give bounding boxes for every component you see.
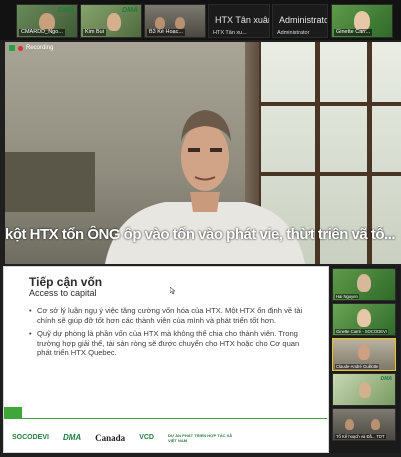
participant-name: Ginette Carré - SOCODEVI [335,329,388,334]
participant-tile[interactable]: DMA Kim Bui [80,4,142,38]
security-shield-icon [9,45,15,51]
participant-tile[interactable]: B3 Kế Hoạc... [144,4,206,38]
participant-name: CMARDD_Ngo... [19,29,65,36]
participant-tile[interactable]: DMA CMARDD_Ngo... [16,4,78,38]
slide-footer-logos: SOCODEVI DMA Canada VCD DỰ ÁN PHÁT TRIỂN… [4,422,328,452]
participant-name: Ginette Carr... [334,29,373,36]
participant-tile[interactable]: Ginette Carr... [331,4,393,38]
participant-gallery: Hai Nguyen Ginette Carré - SOCODEVI Clau… [330,266,400,453]
recording-label: Recording [26,45,54,51]
slide-bullet: Quỹ dự phòng là phần vốn của HTX mà khôn… [29,329,314,358]
participant-tile[interactable]: Administrator Administrator [272,4,328,38]
participant-strip: DMA CMARDD_Ngo... DMA Kim Bui B3 Kế Hoạc… [0,0,401,40]
slide-accent-bar [4,407,22,419]
participant-tile[interactable]: HTX Tân xuân... HTX Tân xu... [208,4,270,38]
project-logo-text: DỰ ÁN PHÁT TRIỂN HỢP TÁC XÃ VIỆT NAM [167,432,233,443]
gallery-tile[interactable]: Ginette Carré - SOCODEVI [332,303,396,336]
vcd-logo: VCD [139,434,154,441]
dma-logo: DMA [62,433,82,442]
participant-name: B3 Kế Hoạc... [147,29,185,36]
mouse-cursor-icon [170,287,175,294]
participant-name: Kim Bui [83,29,106,36]
participant-face [357,274,371,292]
participant-display-name: HTX Tân xuân... [215,15,269,25]
participant-name: Hai Nguyen [335,294,359,299]
canada-logo: Canada [95,432,126,443]
socodevi-logo: SOCODEVI [12,434,49,441]
participant-face [175,17,185,29]
gallery-tile[interactable]: Tổ Kế hoạch và Đầ... TDT [332,408,396,441]
participant-face [359,382,371,398]
slide-subtitle: Access to capital [29,288,97,298]
gallery-tile-active-speaker[interactable]: Claude-André Guillotte [332,338,396,371]
participant-display-name: Administrator [279,15,328,25]
video-conference-window: DMA CMARDD_Ngo... DMA Kim Bui B3 Kế Hoạc… [0,0,401,457]
live-caption: kột HTX tổn ÔNG ôp vào tổn vào phát vie,… [5,226,396,243]
participant-face [155,17,165,29]
participant-face [371,419,380,430]
dma-logo: DMA [58,7,74,14]
shared-slide[interactable]: Tiếp cận vốn Access to capital Cơ sở lý … [3,266,329,453]
participant-face [107,13,121,31]
slide-bullet: Cơ sở lý luận ngụ ý việc tăng cường vốn … [29,306,314,325]
participant-face [345,419,354,430]
participant-name: Claude-André Guillotte [335,364,380,369]
gallery-tile[interactable]: Hai Nguyen [332,268,396,301]
dma-logo: DMA [122,7,138,14]
participant-name: Tổ Kế hoạch và Đầ... TDT [335,434,386,439]
participant-name: Administrator [277,30,310,36]
recording-indicator: Recording [9,45,53,51]
participant-face [354,11,370,31]
slide-title: Tiếp cận vốn [29,275,103,289]
participant-face [358,344,370,360]
gallery-tile[interactable]: DMA [332,373,396,406]
participant-face [357,309,371,327]
dma-logo: DMA [380,376,392,382]
recording-dot-icon [18,45,23,51]
slide-bullet-list: Cơ sở lý luận ngụ ý việc tăng cường vốn … [29,306,314,362]
participant-name: HTX Tân xu... [213,30,247,36]
slide-divider [22,418,327,419]
